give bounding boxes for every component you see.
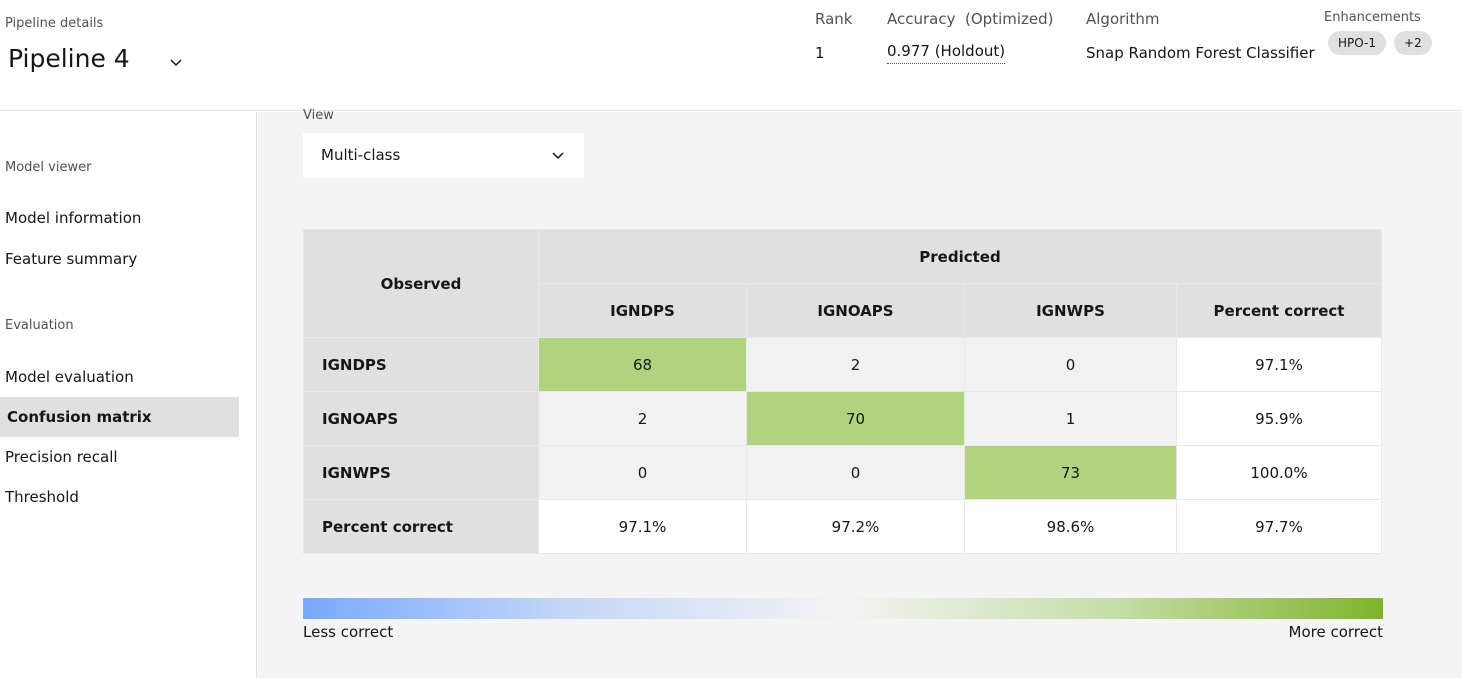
accuracy-value-link[interactable]: 0.977 (Holdout): [887, 42, 1006, 64]
enhancement-tag-more[interactable]: +2: [1394, 31, 1432, 55]
pipeline-details-label: Pipeline details: [5, 16, 104, 31]
table-row: IGNDPS 68 2 0 97.1%: [303, 337, 1382, 392]
column-header: IGNDPS: [538, 283, 747, 338]
row-header: Percent correct: [303, 499, 539, 554]
color-scale-legend: [303, 598, 1383, 619]
view-dropdown[interactable]: Multi-class: [303, 133, 584, 178]
view-label: View: [303, 108, 334, 123]
enhancement-tag-hpo[interactable]: HPO-1: [1328, 31, 1387, 55]
percent-correct-cell: 97.1%: [538, 499, 747, 554]
percent-correct-cell: 95.9%: [1176, 391, 1382, 446]
sidebar-item-threshold[interactable]: Threshold: [0, 477, 239, 517]
chevron-down-icon[interactable]: [166, 52, 186, 72]
sidebar-item-feature-summary[interactable]: Feature summary: [0, 239, 239, 279]
matrix-cell: 0: [964, 337, 1177, 392]
matrix-cell: 0: [538, 445, 747, 500]
row-header: IGNDPS: [303, 337, 539, 392]
table-row: Percent correct 97.1% 97.2% 98.6% 97.7%: [303, 499, 1382, 554]
observed-header: Observed: [303, 229, 539, 338]
matrix-cell: 1: [964, 391, 1177, 446]
sidebar-section-model-viewer: Model viewer: [5, 160, 92, 175]
enhancements-column: Enhancements HPO-1 +2: [1324, 10, 1432, 55]
matrix-cell: 68: [538, 337, 747, 392]
predicted-header: Predicted: [538, 229, 1382, 284]
enhancements-title: Enhancements: [1324, 10, 1421, 25]
percent-correct-cell: 97.2%: [746, 499, 965, 554]
matrix-cell: 73: [964, 445, 1177, 500]
view-dropdown-value: Multi-class: [321, 146, 401, 164]
column-header: IGNOAPS: [746, 283, 965, 338]
accuracy-column: Accuracy (Optimized) 0.977 (Holdout): [887, 9, 1054, 64]
confusion-matrix-table: Observed Predicted IGNDPS IGNOAPS IGNWPS…: [303, 229, 1382, 554]
rank-value: 1: [815, 44, 825, 62]
percent-correct-cell: 98.6%: [964, 499, 1177, 554]
main-content: View Multi-class Observed Predicted IGND…: [258, 108, 1462, 678]
sidebar-item-model-evaluation[interactable]: Model evaluation: [0, 357, 239, 397]
algorithm-title: Algorithm: [1086, 10, 1160, 28]
matrix-cell: 0: [746, 445, 965, 500]
chevron-down-icon: [552, 152, 564, 160]
matrix-cell: 70: [746, 391, 965, 446]
algorithm-value: Snap Random Forest Classifier: [1086, 44, 1315, 62]
table-row: IGNOAPS 2 70 1 95.9%: [303, 391, 1382, 446]
pipeline-name[interactable]: Pipeline 4: [8, 44, 130, 73]
row-header: IGNOAPS: [303, 391, 539, 446]
legend-less-correct: Less correct: [303, 623, 394, 641]
algorithm-column: Algorithm Snap Random Forest Classifier: [1086, 9, 1315, 64]
rank-column: Rank 1: [815, 9, 852, 64]
matrix-cell: 2: [538, 391, 747, 446]
rank-title: Rank: [815, 10, 853, 28]
legend-more-correct: More correct: [1288, 623, 1383, 641]
column-header: IGNWPS: [964, 283, 1177, 338]
sidebar-item-confusion-matrix[interactable]: Confusion matrix: [0, 397, 239, 437]
percent-correct-cell: 100.0%: [1176, 445, 1382, 500]
pipeline-header: Pipeline details Pipeline 4 Rank 1 Accur…: [0, 0, 1462, 111]
sidebar-item-precision-recall[interactable]: Precision recall: [0, 437, 239, 477]
sidebar-section-evaluation: Evaluation: [5, 318, 74, 333]
sidebar-item-model-information[interactable]: Model information: [0, 198, 239, 238]
row-header: IGNWPS: [303, 445, 539, 500]
percent-correct-cell: 97.7%: [1176, 499, 1382, 554]
sidebar: Model viewer Model information Feature s…: [0, 112, 257, 678]
matrix-cell: 2: [746, 337, 965, 392]
table-row: IGNWPS 0 0 73 100.0%: [303, 445, 1382, 500]
column-header: Percent correct: [1176, 283, 1382, 338]
percent-correct-cell: 97.1%: [1176, 337, 1382, 392]
accuracy-title: Accuracy (Optimized): [887, 10, 1054, 28]
